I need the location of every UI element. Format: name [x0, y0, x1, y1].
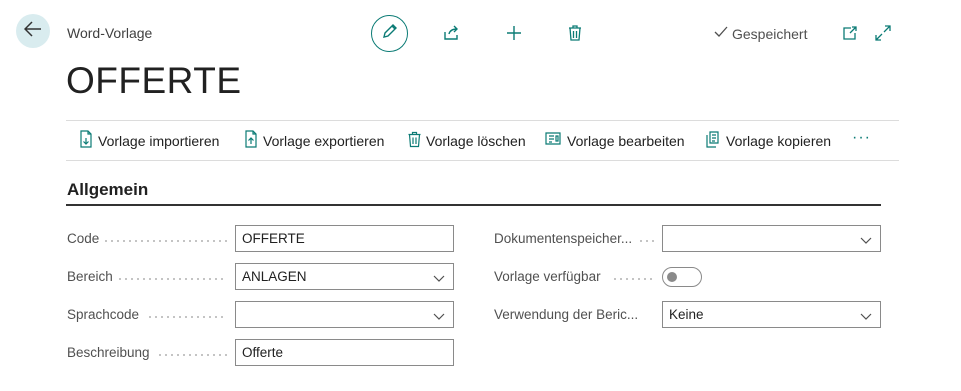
chevron-down-icon — [433, 271, 445, 286]
copy-template-label: Vorlage kopieren — [726, 132, 832, 149]
edit-button[interactable] — [371, 15, 408, 52]
field-label-sprachcode: Sprachcode — [67, 307, 227, 322]
trash-icon — [407, 131, 422, 151]
expand-icon — [874, 24, 892, 47]
import-file-icon — [78, 130, 94, 151]
open-new-window-icon — [842, 25, 858, 46]
field-label-verwendung: Verwendung der Beric... — [494, 307, 654, 322]
beschreibung-value: Offerte — [242, 345, 284, 360]
export-template-label: Vorlage exportieren — [263, 132, 385, 149]
delete-template-label: Vorlage löschen — [426, 132, 526, 149]
share-button[interactable] — [433, 17, 469, 53]
code-value: OFFERTE — [242, 231, 305, 246]
sprachcode-dropdown[interactable] — [235, 301, 454, 328]
edit-template-button[interactable]: Vorlage bearbeiten — [545, 121, 685, 160]
edit-template-label: Vorlage bearbeiten — [567, 132, 685, 149]
share-icon — [442, 24, 460, 47]
expand-button[interactable] — [865, 17, 901, 53]
section-divider — [66, 204, 881, 206]
field-label-code: Code — [67, 231, 227, 246]
verwendung-value: Keine — [669, 307, 704, 322]
page-title: OFFERTE — [66, 60, 242, 101]
delete-button[interactable] — [557, 17, 593, 53]
verwendung-dropdown[interactable]: Keine — [662, 301, 881, 328]
bereich-value: ANLAGEN — [242, 269, 307, 284]
dokumentenspeicher-dropdown[interactable] — [662, 225, 881, 252]
field-label-dokumentenspeicher: Dokumentenspeicher... — [494, 231, 654, 246]
code-input[interactable]: OFFERTE — [235, 225, 454, 252]
import-template-button[interactable]: Vorlage importieren — [78, 121, 219, 160]
saved-status-label: Gespeichert — [732, 25, 808, 42]
delete-template-button[interactable]: Vorlage löschen — [407, 121, 526, 160]
action-bar: Vorlage importieren Vorlage exportieren … — [66, 120, 899, 161]
import-template-label: Vorlage importieren — [98, 132, 220, 149]
field-label-vorlage-verfuegbar: Vorlage verfügbar — [494, 269, 654, 284]
plus-icon — [505, 24, 523, 47]
saved-status: Gespeichert — [713, 25, 807, 42]
copy-icon — [705, 130, 722, 151]
copy-template-button[interactable]: Vorlage kopieren — [705, 121, 831, 160]
vorlage-verfuegbar-toggle[interactable] — [662, 267, 702, 287]
trash-icon — [567, 24, 583, 47]
toggle-knob — [667, 272, 677, 282]
open-in-new-window-button[interactable] — [832, 17, 868, 53]
pencil-icon — [381, 22, 399, 45]
checkmark-icon — [713, 25, 729, 42]
chevron-down-icon — [433, 309, 445, 324]
field-label-beschreibung: Beschreibung — [67, 345, 227, 360]
beschreibung-input[interactable]: Offerte — [235, 339, 454, 366]
bereich-dropdown[interactable]: ANLAGEN — [235, 263, 454, 290]
chevron-down-icon — [860, 309, 872, 324]
section-title[interactable]: Allgemein — [67, 180, 148, 200]
back-button[interactable] — [16, 14, 50, 48]
export-template-button[interactable]: Vorlage exportieren — [243, 121, 384, 160]
chevron-down-icon — [860, 233, 872, 248]
export-file-icon — [243, 130, 259, 151]
field-label-bereich: Bereich — [67, 269, 227, 284]
new-button[interactable] — [496, 17, 532, 53]
edit-document-icon — [545, 131, 563, 150]
page-caption: Word-Vorlage — [67, 25, 153, 41]
arrow-left-icon — [23, 20, 42, 42]
more-actions-button[interactable]: ··· — [852, 129, 871, 147]
